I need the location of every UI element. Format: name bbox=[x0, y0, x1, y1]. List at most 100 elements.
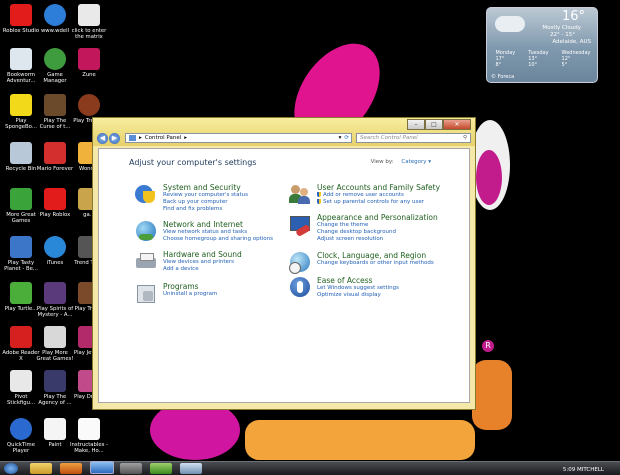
taskbar-clock[interactable]: 5:09 MITCHELL bbox=[563, 467, 604, 473]
desktop-icon-more-games[interactable]: More Great Games bbox=[2, 188, 40, 224]
document-icon bbox=[78, 418, 100, 440]
desktop-icon-label: click to enter the matrix bbox=[71, 28, 107, 40]
category-title[interactable]: Appearance and Personalization bbox=[317, 213, 438, 222]
category-network-internet: Network and Internet View network status… bbox=[135, 220, 273, 243]
desktop-icon-label: QuickTime Player bbox=[7, 442, 35, 454]
desktop-icon-tasty-planet[interactable]: Play Tasty Planet - Be... bbox=[2, 236, 40, 272]
category-link[interactable]: Find and fix problems bbox=[163, 206, 248, 213]
taskbar-explorer-button[interactable] bbox=[30, 463, 52, 474]
desktop-icon-label: Play The Agency of ... bbox=[38, 394, 72, 406]
category-link[interactable]: View network status and tasks bbox=[163, 229, 273, 236]
control-panel-window[interactable]: – □ ✕ ◀ ▶ ▸ Control Panel ▸ ▾ ⟳ Search C… bbox=[92, 117, 476, 410]
breadcrumb-chevron-icon: ▸ bbox=[184, 135, 187, 141]
category-link[interactable]: Change keyboards or other input methods bbox=[317, 260, 434, 267]
desktop-icon-label: Play Tasty Planet - Be... bbox=[4, 260, 38, 272]
programs-icon bbox=[135, 282, 157, 304]
taskbar-app-button[interactable] bbox=[150, 463, 172, 474]
category-link[interactable]: Review your computer's status bbox=[163, 192, 248, 199]
desktop-icon-itunes[interactable]: iTunes bbox=[36, 236, 74, 266]
category-link[interactable]: Choose homegroup and sharing options bbox=[163, 236, 273, 243]
internet-explorer-icon bbox=[44, 4, 66, 26]
category-link[interactable]: Change the theme bbox=[317, 222, 438, 229]
refresh-icon[interactable]: ⟳ bbox=[344, 135, 349, 141]
category-link[interactable]: Add or remove user accounts bbox=[317, 192, 440, 199]
category-link[interactable]: Change desktop background bbox=[317, 229, 438, 236]
recycle-bin-icon bbox=[10, 142, 32, 164]
start-button[interactable] bbox=[4, 463, 18, 474]
taskbar-app-button[interactable] bbox=[120, 463, 142, 474]
desktop-icon-spirits[interactable]: Play Spirits of Mystery - A... bbox=[36, 282, 74, 318]
view-by-dropdown[interactable]: Category ▾ bbox=[401, 159, 431, 165]
desktop-icon-bookworm[interactable]: Bookworm Adventur... bbox=[2, 48, 40, 84]
desktop-icon-agency[interactable]: Play The Agency of ... bbox=[36, 370, 74, 406]
address-field[interactable]: ▸ Control Panel ▸ ▾ ⟳ bbox=[125, 133, 352, 143]
uac-shield-icon bbox=[317, 192, 321, 197]
weather-location: Adelaide, AUS bbox=[552, 39, 591, 45]
category-title[interactable]: Programs bbox=[163, 282, 217, 291]
taskbar-media-button[interactable] bbox=[60, 463, 82, 474]
game-icon bbox=[78, 94, 100, 116]
category-link[interactable]: Back up your computer bbox=[163, 199, 248, 206]
category-link[interactable]: Adjust screen resolution bbox=[317, 236, 438, 243]
forecast-low: 8° bbox=[495, 62, 502, 68]
desktop-icon-matrix[interactable]: click to enter the matrix bbox=[70, 4, 108, 40]
page-title: Adjust your computer's settings bbox=[129, 158, 257, 167]
category-link[interactable]: Let Windows suggest settings bbox=[317, 285, 399, 292]
category-link-label: Add or remove user accounts bbox=[323, 192, 404, 198]
search-icon[interactable]: ⚲ bbox=[463, 135, 467, 141]
desktop-icon-instructables[interactable]: Instructables - Make, Ho... bbox=[70, 418, 108, 454]
pivot-icon bbox=[10, 370, 32, 392]
desktop-icon-mario[interactable]: Mario Forever bbox=[36, 142, 74, 172]
category-link[interactable]: Optimize visual display bbox=[317, 292, 399, 299]
spongebob-icon bbox=[10, 94, 32, 116]
category-title[interactable]: User Accounts and Family Safety bbox=[317, 183, 440, 192]
category-appearance: Appearance and Personalization Change th… bbox=[289, 213, 438, 243]
weather-forecast: Monday 17° 8° Tuesday 13° 10° Wednesday 12° 5° bbox=[489, 50, 597, 68]
desktop-icon-zune[interactable]: Zune bbox=[70, 48, 108, 78]
taskbar-control-panel-button[interactable] bbox=[90, 461, 114, 474]
category-link[interactable]: Add a device bbox=[163, 266, 242, 273]
category-title[interactable]: Hardware and Sound bbox=[163, 250, 242, 259]
roblox-icon bbox=[44, 188, 66, 210]
search-field[interactable]: Search Control Panel ⚲ bbox=[356, 133, 471, 143]
itunes-icon bbox=[44, 236, 66, 258]
category-title[interactable]: Ease of Access bbox=[317, 276, 399, 285]
forward-button[interactable]: ▶ bbox=[109, 132, 120, 144]
desktop-icon-roblox-studio[interactable]: Roblox Studio bbox=[2, 4, 40, 34]
desktop-icon-more-great-games[interactable]: Play More Great Games! bbox=[36, 326, 74, 362]
desktop-icon-play-roblox[interactable]: Play Roblox bbox=[36, 188, 74, 218]
desktop-icon-spongebob[interactable]: Play SpongeBo... bbox=[2, 94, 40, 130]
minimize-button[interactable]: – bbox=[407, 119, 425, 130]
desktop-icon-label: iTunes bbox=[46, 260, 64, 266]
caption-buttons: – □ ✕ bbox=[407, 119, 471, 130]
desktop-icon-label: Play More Great Games! bbox=[36, 350, 74, 362]
close-button[interactable]: ✕ bbox=[443, 119, 471, 130]
maximize-button[interactable]: □ bbox=[425, 119, 443, 130]
desktop-icon-game-manager[interactable]: Game Manager bbox=[36, 48, 74, 84]
desktop-icon-quicktime[interactable]: QuickTime Player bbox=[2, 418, 40, 454]
desktop-icon-recycle-bin[interactable]: Recycle Bin bbox=[2, 142, 40, 172]
category-link[interactable]: Set up parental controls for any user bbox=[317, 199, 440, 206]
address-dropdown-icon[interactable]: ▾ bbox=[339, 135, 342, 141]
taskbar-app-button[interactable] bbox=[180, 463, 202, 474]
back-button[interactable]: ◀ bbox=[97, 132, 108, 144]
category-title[interactable]: System and Security bbox=[163, 183, 248, 192]
category-link[interactable]: Uninstall a program bbox=[163, 291, 217, 298]
category-title[interactable]: Clock, Language, and Region bbox=[317, 251, 434, 260]
window-title-bar[interactable]: – □ ✕ ◀ ▶ ▸ Control Panel ▸ ▾ ⟳ Search C… bbox=[93, 118, 475, 146]
category-link[interactable]: View devices and printers bbox=[163, 259, 242, 266]
category-title[interactable]: Network and Internet bbox=[163, 220, 273, 229]
document-icon bbox=[78, 4, 100, 26]
category-programs: Programs Uninstall a program bbox=[135, 282, 217, 304]
desktop-icon-wdell[interactable]: www.wdell bbox=[36, 4, 74, 34]
desktop-icon-label: Bookworm Adventur... bbox=[6, 72, 36, 84]
category-hardware-sound: Hardware and Sound View devices and prin… bbox=[135, 250, 242, 273]
desktop-icon-turtle[interactable]: Play Turtle... bbox=[2, 282, 40, 312]
desktop-icon-pivot[interactable]: Pivot Stickfigu... bbox=[2, 370, 40, 406]
game-icon bbox=[10, 236, 32, 258]
weather-gadget[interactable]: 16° Mostly Cloudy 22° - 15° Adelaide, AU… bbox=[486, 7, 598, 83]
desktop-icon-adobe-reader[interactable]: Adobe Reader X bbox=[2, 326, 40, 362]
desktop-icon-paint[interactable]: Paint bbox=[36, 418, 74, 448]
appearance-icon bbox=[289, 213, 311, 238]
desktop-icon-curse[interactable]: Play The Curse of t... bbox=[36, 94, 74, 130]
